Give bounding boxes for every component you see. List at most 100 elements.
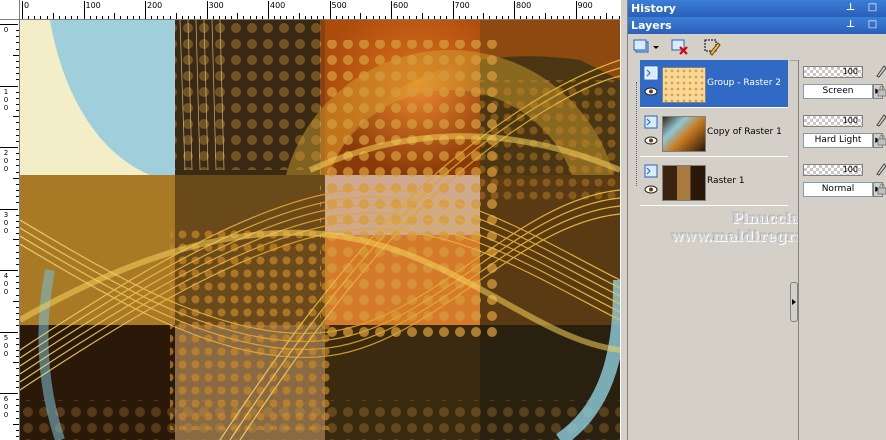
collapse-properties-button[interactable] [790, 282, 798, 322]
ruler-tick [83, 1, 85, 19]
ruler-tick [514, 1, 515, 19]
ruler-tick [495, 16, 497, 19]
ruler-tick [71, 16, 73, 19]
ruler-tick [520, 16, 522, 19]
ruler-label: 300 [208, 1, 224, 10]
ruler-tick [16, 134, 19, 136]
eye-icon[interactable] [644, 136, 658, 145]
ruler-tick [16, 30, 19, 32]
opacity-slider[interactable]: 100 [803, 115, 863, 127]
ruler-label: 800 [516, 1, 532, 10]
ruler-tick [557, 16, 559, 19]
layer-props-0: 100 Screen ▶ [799, 60, 886, 108]
ruler-tick [13, 362, 19, 364]
ruler-tick [16, 183, 19, 185]
layer-thumbnail [662, 67, 706, 103]
ruler-tick [532, 16, 534, 19]
ruler-tick [151, 16, 153, 19]
ruler-tick [16, 79, 19, 81]
blend-mode-select[interactable]: Screen ▶ [803, 84, 883, 99]
ruler-tick [0, 331, 18, 333]
ruler-tick [13, 239, 19, 241]
ruler-tick [16, 73, 19, 75]
layer-props-2: 100 Normal ▶ [799, 158, 886, 206]
ruler-tick [89, 16, 91, 19]
history-palette-titlebar[interactable]: History ⊥ □ [628, 0, 886, 17]
horizontal-ruler: 0 100 200 300 400 500 600 700 800 900 [0, 0, 620, 20]
opacity-slider[interactable]: 100 [803, 66, 863, 78]
pin-icon[interactable]: ⊥ [844, 19, 857, 31]
pencil-icon[interactable] [875, 113, 886, 127]
ruler-tick [95, 16, 97, 19]
ruler-tick [231, 16, 233, 19]
layers-palette-titlebar[interactable]: Layers ⊥ □ [628, 17, 886, 34]
raster-layer-icon [644, 115, 658, 129]
ruler-tick [194, 16, 196, 19]
ruler-label: 900 [577, 1, 593, 10]
close-icon[interactable]: □ [866, 2, 879, 14]
ruler-tick [575, 1, 577, 19]
ruler-tick [372, 16, 374, 19]
ruler-tick [440, 16, 442, 19]
ruler-tick [16, 202, 19, 204]
ruler-tick [13, 54, 19, 56]
ruler-tick [317, 16, 319, 19]
ruler-tick [544, 13, 546, 19]
ruler-tick [16, 282, 19, 284]
new-layer-button[interactable] [632, 37, 652, 57]
pencil-icon[interactable] [875, 64, 886, 78]
image-canvas[interactable] [20, 20, 620, 440]
close-icon[interactable]: □ [866, 19, 879, 31]
lock-icon[interactable] [877, 85, 886, 97]
layer-row-copy-of-raster-1[interactable]: Copy of Raster 1 [640, 109, 788, 157]
ruler-tick [206, 1, 208, 19]
delete-layer-button[interactable] [670, 37, 690, 57]
ruler-tick [34, 16, 36, 19]
ruler-tick [212, 16, 214, 19]
ruler-tick [427, 16, 429, 19]
ruler-tick [13, 177, 19, 179]
ruler-tick [16, 313, 19, 315]
ruler-tick [28, 16, 30, 19]
blend-mode-select[interactable]: Hard Light ▶ [803, 133, 883, 148]
eye-icon[interactable] [644, 87, 658, 96]
ruler-tick [538, 16, 540, 19]
ruler-label: 100 [3, 87, 9, 112]
ruler-tick [114, 13, 116, 19]
ruler-tick [16, 140, 19, 142]
ruler-tick [0, 24, 18, 25]
ruler-tick [16, 220, 19, 222]
pencil-icon[interactable] [875, 162, 886, 176]
layer-name: Raster 1 [707, 176, 745, 186]
layer-row-raster-1[interactable]: Raster 1 [640, 158, 788, 206]
ruler-tick [16, 190, 19, 192]
layers-title: Layers [631, 19, 672, 32]
ruler-tick [483, 13, 485, 19]
ruler-tick [218, 16, 220, 19]
pin-icon[interactable]: ⊥ [844, 2, 857, 14]
ruler-tick [526, 16, 528, 19]
opacity-slider[interactable]: 100 [803, 164, 863, 176]
layer-row-group-raster-2[interactable]: Group - Raster 2 [640, 60, 788, 108]
ruler-tick [16, 128, 19, 130]
eye-icon[interactable] [644, 185, 658, 194]
ruler-tick [16, 374, 19, 376]
group-layer-icon [644, 66, 658, 80]
ruler-tick [16, 257, 19, 259]
ruler-tick [243, 16, 245, 19]
ruler-tick [108, 16, 110, 19]
blend-mode-select[interactable]: Normal ▶ [803, 182, 883, 197]
ruler-tick [335, 16, 337, 19]
ruler-tick [169, 16, 171, 19]
ruler-tick [593, 16, 595, 19]
ruler-tick [477, 16, 479, 19]
ruler-tick [600, 16, 602, 19]
ruler-label: 400 [3, 272, 9, 296]
ruler-tick [138, 16, 140, 19]
lock-icon[interactable] [877, 134, 886, 146]
new-layer-dropdown[interactable] [652, 37, 660, 57]
ruler-tick [360, 13, 362, 19]
lock-icon[interactable] [877, 183, 886, 195]
layer-properties-button[interactable] [702, 37, 722, 57]
panel-splitter[interactable] [620, 0, 628, 440]
